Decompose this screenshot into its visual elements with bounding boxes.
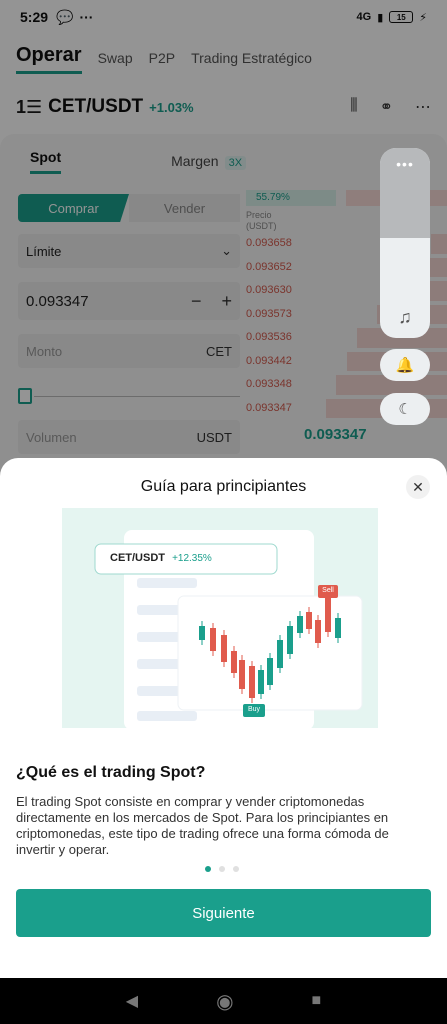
floating-panel-header: ••• (380, 148, 430, 238)
candle-body (249, 666, 255, 698)
moon-icon[interactable]: ☾ (380, 393, 430, 425)
system-nav-bar: ◀ ◉ ■ (0, 978, 447, 1024)
close-icon[interactable]: ✕ (406, 475, 430, 499)
sell-label: Sell (322, 587, 334, 594)
sheet-title: Guía para principiantes (140, 478, 307, 495)
candle-body (287, 626, 293, 654)
candle-body (258, 670, 264, 694)
guide-body: El trading Spot consiste en comprar y ve… (16, 794, 389, 857)
illustration-pair-chip: CET/USDT +12.35% (110, 552, 212, 564)
candle-body (239, 660, 245, 689)
candle-body (335, 618, 341, 638)
candle-body (315, 620, 321, 643)
candle-body (297, 616, 303, 633)
floating-more-icon[interactable]: ••• (380, 156, 430, 172)
page-indicator (205, 866, 239, 872)
home-icon[interactable]: ◉ (216, 989, 233, 1014)
guide-illustration: CET/USDT +12.35% Sell Buy (62, 508, 378, 728)
buy-label: Buy (247, 706, 261, 713)
illustration-pair: CET/USDT (110, 552, 165, 564)
candle-body (267, 658, 273, 685)
candle-body (210, 628, 216, 651)
candle-body (277, 640, 283, 668)
beginners-guide-sheet: Guía para principiantes ✕ CET/USDT +12.3… (0, 458, 447, 978)
next-button[interactable]: Siguiente (16, 889, 431, 937)
candle-body (221, 635, 227, 662)
back-icon[interactable]: ◀ (126, 991, 138, 1011)
pager-dot[interactable] (219, 866, 225, 872)
candle-body (199, 626, 205, 640)
candle-body (231, 651, 237, 673)
illustration-svg (94, 530, 363, 728)
illustration-change: +12.35% (172, 553, 212, 564)
bell-icon[interactable]: 🔔 (380, 349, 430, 381)
pager-dot[interactable] (233, 866, 239, 872)
guide-heading: ¿Qué es el trading Spot? (16, 764, 206, 781)
music-note-icon[interactable]: ♫ (380, 307, 430, 328)
recents-icon[interactable]: ■ (312, 992, 322, 1010)
candle-body (306, 612, 312, 629)
pager-dot[interactable] (205, 866, 211, 872)
floating-panel[interactable]: ••• ♫ (380, 148, 430, 338)
